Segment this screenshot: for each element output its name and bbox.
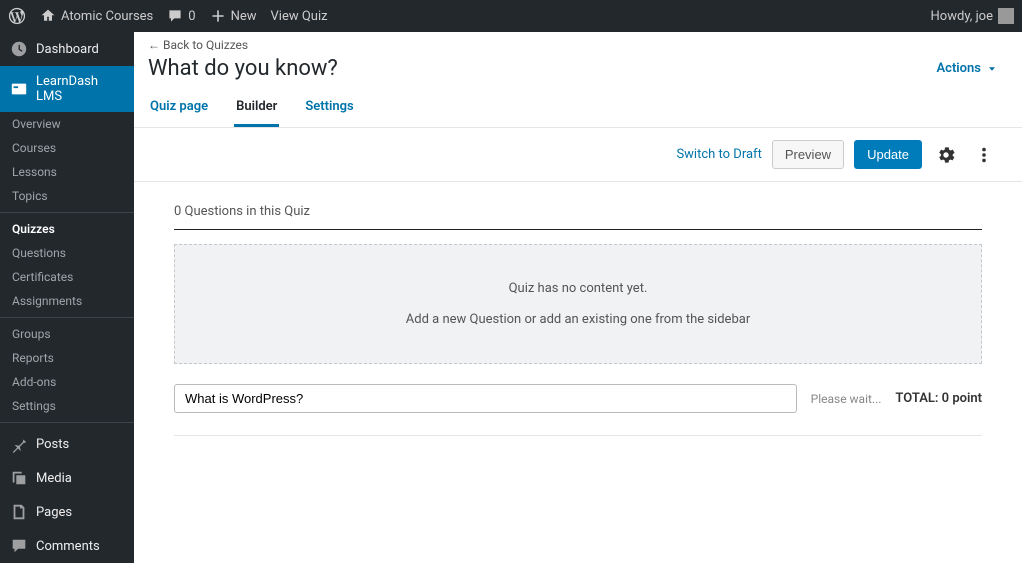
sidebar-sub-settings[interactable]: Settings xyxy=(0,394,134,418)
sidebar-item-pages[interactable]: Pages xyxy=(0,495,134,529)
chevron-down-icon xyxy=(986,63,998,75)
sidebar-sub-addons[interactable]: Add-ons xyxy=(0,370,134,394)
toolbar: Switch to Draft Preview Update xyxy=(134,128,1022,182)
comment-count: 0 xyxy=(188,9,195,24)
admin-bar: Atomic Courses 0 New View Quiz Howdy, jo… xyxy=(0,0,1022,32)
sidebar-item-posts[interactable]: Posts xyxy=(0,427,134,461)
tab-builder[interactable]: Builder xyxy=(234,91,279,127)
preview-button[interactable]: Preview xyxy=(772,140,844,169)
sidebar-item-label: Posts xyxy=(36,437,69,452)
sidebar-item-label: Dashboard xyxy=(36,42,99,57)
sidebar-item-label: Media xyxy=(36,471,72,486)
comments-icon xyxy=(10,537,28,555)
new-question-row: Please wait... TOTAL: 0 point xyxy=(174,384,982,436)
question-input[interactable] xyxy=(174,384,797,413)
avatar xyxy=(998,8,1014,24)
tab-settings[interactable]: Settings xyxy=(303,91,355,127)
plus-icon xyxy=(210,8,226,24)
main-content: ← Back to Quizzes What do you know? Acti… xyxy=(134,32,1022,563)
sidebar-sub-quizzes[interactable]: Quizzes xyxy=(0,217,134,241)
new-link[interactable]: New xyxy=(210,8,257,24)
more-menu[interactable] xyxy=(970,141,998,169)
back-link-row: ← Back to Quizzes xyxy=(134,32,1022,52)
view-quiz-label: View Quiz xyxy=(271,9,328,24)
empty-line-1: Quiz has no content yet. xyxy=(175,281,981,296)
sidebar-item-label: Comments xyxy=(36,539,100,554)
dots-vertical-icon xyxy=(975,146,993,164)
howdy-label: Howdy, joe xyxy=(931,9,993,24)
sidebar-item-comments[interactable]: Comments xyxy=(0,529,134,563)
please-wait: Please wait... xyxy=(811,392,882,406)
empty-line-2: Add a new Question or add an existing on… xyxy=(175,312,981,327)
tabs: Quiz page Builder Settings xyxy=(134,91,1022,128)
sidebar-sub-reports[interactable]: Reports xyxy=(0,346,134,370)
actions-label: Actions xyxy=(936,61,981,76)
gear-icon xyxy=(937,146,955,164)
sidebar-item-learndash[interactable]: LearnDash LMS xyxy=(0,66,134,112)
wp-logo[interactable] xyxy=(8,7,26,25)
view-quiz-link[interactable]: View Quiz xyxy=(271,9,328,24)
sidebar-sub-lessons[interactable]: Lessons xyxy=(0,160,134,184)
switch-to-draft[interactable]: Switch to Draft xyxy=(676,147,761,162)
home-icon xyxy=(40,8,56,24)
admin-sidebar: Dashboard LearnDash LMS Overview Courses… xyxy=(0,32,134,563)
site-name: Atomic Courses xyxy=(61,9,153,24)
dashboard-icon xyxy=(10,40,28,58)
settings-gear[interactable] xyxy=(932,141,960,169)
sidebar-sub-groups[interactable]: Groups xyxy=(0,322,134,346)
pin-icon xyxy=(10,435,28,453)
learndash-icon xyxy=(10,80,28,98)
sidebar-sub-certificates[interactable]: Certificates xyxy=(0,265,134,289)
empty-state: Quiz has no content yet. Add a new Quest… xyxy=(174,244,982,364)
sidebar-item-label: Pages xyxy=(36,505,72,520)
new-label: New xyxy=(231,9,257,24)
comment-icon xyxy=(167,8,183,24)
sidebar-item-media[interactable]: Media xyxy=(0,461,134,495)
sidebar-sub-assignments[interactable]: Assignments xyxy=(0,289,134,313)
total-points: TOTAL: 0 point xyxy=(895,391,982,406)
wordpress-icon xyxy=(8,7,26,25)
tab-quiz-page[interactable]: Quiz page xyxy=(148,91,210,127)
media-icon xyxy=(10,469,28,487)
sidebar-item-dashboard[interactable]: Dashboard xyxy=(0,32,134,66)
sidebar-sub-topics[interactable]: Topics xyxy=(0,184,134,208)
sidebar-item-label: LearnDash LMS xyxy=(36,74,124,104)
sidebar-sub-courses[interactable]: Courses xyxy=(0,136,134,160)
site-link[interactable]: Atomic Courses xyxy=(40,8,153,24)
back-to-quizzes[interactable]: ← Back to Quizzes xyxy=(148,38,248,52)
questions-count: 0 Questions in this Quiz xyxy=(174,204,982,230)
page-icon xyxy=(10,503,28,521)
update-button[interactable]: Update xyxy=(854,140,922,169)
page-title: What do you know? xyxy=(148,56,338,81)
howdy-user[interactable]: Howdy, joe xyxy=(931,8,1014,24)
sidebar-sub-questions[interactable]: Questions xyxy=(0,241,134,265)
sidebar-sub-overview[interactable]: Overview xyxy=(0,112,134,136)
actions-dropdown[interactable]: Actions xyxy=(936,61,998,76)
comments-link[interactable]: 0 xyxy=(167,8,195,24)
